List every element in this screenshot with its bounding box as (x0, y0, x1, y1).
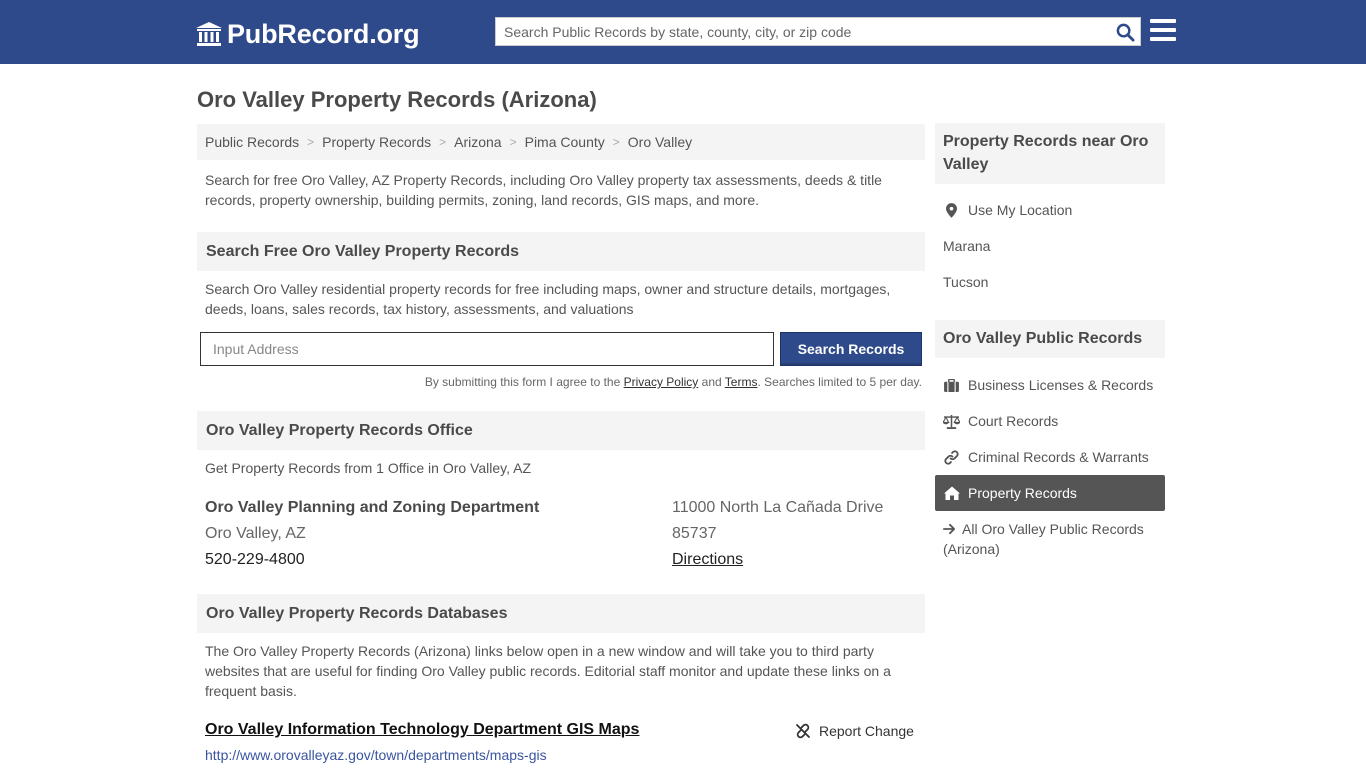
sidebar-item-label: Court Records (968, 413, 1059, 429)
search-section-description: Search Oro Valley residential property r… (205, 279, 890, 319)
report-change-button[interactable]: Report Change (795, 723, 914, 739)
use-my-location-label: Use My Location (968, 202, 1073, 218)
breadcrumb: Public Records > Property Records > Ariz… (197, 124, 925, 160)
breadcrumb-separator-icon: > (612, 135, 620, 149)
report-change-label: Report Change (819, 723, 914, 739)
sidebar-nearby-tucson[interactable]: Tucson (935, 264, 1165, 300)
search-records-button[interactable]: Search Records (780, 332, 922, 366)
link-icon (943, 449, 960, 465)
intro-text: Search for free Oro Valley, AZ Property … (205, 170, 882, 210)
databases-desc-line-3: frequent basis. (205, 683, 297, 699)
sidebar-item-criminal-records[interactable]: Criminal Records & Warrants (935, 439, 1165, 475)
databases-description: The Oro Valley Property Records (Arizona… (205, 641, 891, 701)
office-section-heading: Oro Valley Property Records Office (197, 411, 925, 450)
sidebar-item-business-licenses[interactable]: Business Licenses & Records (935, 367, 1165, 403)
breadcrumb-pima-county[interactable]: Pima County (525, 134, 605, 150)
nearby-heading-line-1: Property Records near Oro (943, 133, 1149, 150)
use-my-location-link[interactable]: Use My Location (935, 192, 1165, 228)
privacy-policy-link[interactable]: Privacy Policy (624, 375, 699, 389)
broken-link-icon (796, 723, 810, 739)
database-url[interactable]: http://www.orovalleyaz.gov/town/departme… (205, 747, 547, 763)
all-records-line-1: All Oro Valley Public Records (943, 519, 1165, 539)
sidebar-item-court-records[interactable]: Court Records (935, 403, 1165, 439)
top-navbar: PubRecord.org (0, 0, 1366, 64)
sidebar-item-label: Business Licenses & Records (968, 377, 1154, 393)
page-title: Oro Valley Property Records (Arizona) (197, 87, 597, 112)
disclaimer-suffix: . Searches limited to 5 per day. (757, 375, 922, 389)
disclaimer-prefix: By submitting this form I agree to the (424, 375, 621, 389)
sidebar-public-records-heading: Oro Valley Public Records (935, 320, 1165, 358)
hamburger-menu-icon[interactable] (1150, 19, 1176, 43)
search-desc-line-2: deeds, loans, sales records, tax history… (205, 301, 634, 317)
site-logo[interactable]: PubRecord.org (195, 18, 420, 50)
breadcrumb-arizona[interactable]: Arizona (454, 134, 501, 150)
briefcase-icon (943, 377, 960, 393)
sidebar-item-label: Criminal Records & Warrants (968, 449, 1149, 465)
office-zip: 85737 (672, 525, 717, 542)
address-input[interactable] (200, 332, 774, 366)
intro-line-1: Search for free Oro Valley, AZ Property … (205, 172, 882, 188)
search-desc-line-1: Search Oro Valley residential property r… (205, 281, 891, 297)
home-icon (943, 485, 960, 501)
breadcrumb-separator-icon: > (509, 135, 517, 149)
site-search-input[interactable] (496, 18, 1106, 45)
nearby-heading-line-2: Valley (943, 156, 989, 173)
sidebar-item-label: Property Records (968, 485, 1077, 501)
breadcrumb-public-records[interactable]: Public Records (205, 134, 299, 150)
database-link-gis-maps[interactable]: Oro Valley Information Technology Depart… (205, 721, 639, 739)
logo-text: PubRecord.org (227, 18, 420, 49)
breadcrumb-property-records[interactable]: Property Records (322, 134, 431, 150)
sidebar-item-all-public-records[interactable]: All Oro Valley Public Records (Arizona) (943, 519, 1165, 559)
office-phone[interactable]: 520-229-4800 (205, 551, 305, 569)
form-disclaimer: By submitting this form I agree to the P… (425, 375, 922, 389)
map-marker-icon (943, 202, 960, 218)
breadcrumb-oro-valley[interactable]: Oro Valley (628, 134, 692, 150)
databases-desc-line-1: The Oro Valley Property Records (Arizona… (205, 643, 874, 659)
office-subtext: Get Property Records from 1 Office in Or… (205, 460, 532, 476)
office-name: Oro Valley Planning and Zoning Departmen… (205, 499, 540, 516)
directions-link[interactable]: Directions (672, 551, 743, 569)
search-icon (1116, 23, 1135, 42)
terms-link[interactable]: Terms (725, 375, 758, 389)
intro-line-2: records, property ownership, building pe… (205, 192, 760, 208)
office-city: Oro Valley, AZ (205, 525, 306, 542)
databases-desc-line-2: websites that are useful for finding Oro… (205, 663, 891, 679)
all-records-line-2: (Arizona) (943, 541, 1000, 557)
courthouse-icon (196, 22, 222, 46)
office-street: 11000 North La Cañada Drive (672, 499, 884, 516)
search-section-heading: Search Free Oro Valley Property Records (197, 232, 925, 271)
sidebar-nearby-marana[interactable]: Marana (935, 228, 1165, 264)
sidebar-nearby-heading: Property Records near Oro Valley (935, 123, 1165, 184)
breadcrumb-separator-icon: > (307, 135, 315, 149)
all-records-label: All Oro Valley Public Records (962, 521, 1144, 537)
scale-icon (943, 413, 960, 429)
sidebar-item-property-records[interactable]: Property Records (935, 475, 1165, 511)
arrow-right-icon (943, 523, 956, 535)
site-search (495, 17, 1141, 46)
breadcrumb-separator-icon: > (439, 135, 447, 149)
search-button[interactable] (1114, 21, 1136, 43)
databases-section-heading: Oro Valley Property Records Databases (197, 594, 925, 633)
disclaimer-and: and (701, 375, 722, 389)
